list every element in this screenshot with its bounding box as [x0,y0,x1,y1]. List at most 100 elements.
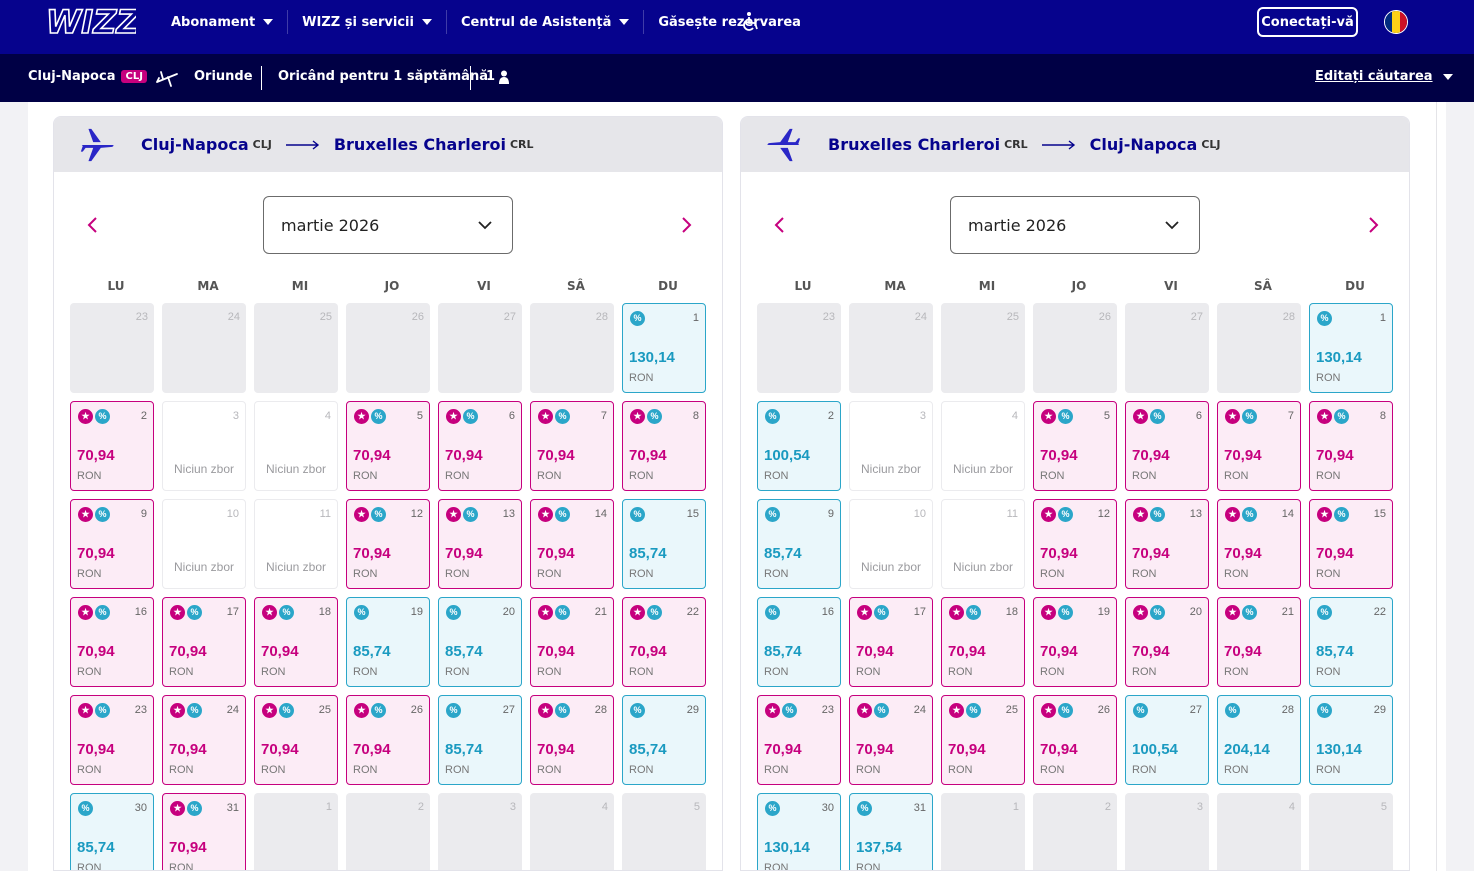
calendar-day-outside-month: 27 [1125,303,1209,393]
calendar-day-fare[interactable]: 12 ★% 70,94 RON [1033,499,1117,589]
fare-badges: % [765,801,780,816]
edit-search-link[interactable]: Editați căutarea [1315,69,1453,84]
calendar-day-fare[interactable]: 14 ★% 70,94 RON [1217,499,1301,589]
chevron-down-icon [263,19,274,25]
previous-month-chevron-icon[interactable] [86,216,98,234]
wizz-logo[interactable]: WIZZ [44,3,136,43]
calendar-day-fare[interactable]: 18 ★% 70,94 RON [254,597,338,687]
login-button[interactable]: Conectați-vă [1257,7,1358,37]
day-number: 4 [1288,801,1295,813]
calendar-day-fare[interactable]: 31% 137,54 RON [849,793,933,870]
search-destination[interactable]: Oriunde [194,69,253,84]
calendar-day-fare[interactable]: 28 ★% 70,94 RON [530,695,614,785]
search-origin[interactable]: Cluj-Napoca CLJ [28,69,147,84]
calendar-day-fare[interactable]: 13 ★% 70,94 RON [1125,499,1209,589]
calendar-day-fare[interactable]: 19 ★% 70,94 RON [1033,597,1117,687]
calendar-day-fare[interactable]: 16% 85,74 RON [757,597,841,687]
fare-badges: ★% [170,801,202,816]
calendar-day-fare[interactable]: 23 ★% 70,94 RON [70,695,154,785]
fare-badges: ★% [354,507,386,522]
fare-badges: ★% [1041,409,1073,424]
calendar-day-fare[interactable]: 6 ★% 70,94 RON [1125,401,1209,491]
calendar-day-fare[interactable]: 25 ★% 70,94 RON [254,695,338,785]
calendar-day-fare[interactable]: 22 ★% 70,94 RON [622,597,706,687]
calendar-day-fare[interactable]: 28% 204,14 RON [1217,695,1301,785]
nav-item-1[interactable]: WIZZ și servicii [288,10,447,34]
calendar-day-fare[interactable]: 24 ★% 70,94 RON [849,695,933,785]
calendar-day-fare[interactable]: 7 ★% 70,94 RON [530,401,614,491]
fare-price: 130,14 [1316,741,1362,758]
fare-badges: ★% [1133,409,1165,424]
calendar-day-fare[interactable]: 6 ★% 70,94 RON [438,401,522,491]
fare-badges: ★% [262,605,294,620]
calendar-day-fare[interactable]: 29% 85,74 RON [622,695,706,785]
calendar-day-fare[interactable]: 17 ★% 70,94 RON [162,597,246,687]
calendar-day-fare[interactable]: 2% 100,54 RON [757,401,841,491]
scrollbar[interactable] [1436,102,1446,871]
calendar-day-fare[interactable]: 15 ★% 70,94 RON [1309,499,1393,589]
wheelchair-icon[interactable] [741,11,761,33]
fare-price: 70,94 [261,643,299,660]
calendar-day-fare[interactable]: 24 ★% 70,94 RON [162,695,246,785]
nav-item-3[interactable]: Găsește rezervarea [644,10,815,34]
calendar-day-fare[interactable]: 19% 85,74 RON [346,597,430,687]
calendar-day-fare[interactable]: 20 ★% 70,94 RON [1125,597,1209,687]
calendar-day-fare[interactable]: 30% 130,14 RON [757,793,841,870]
calendar-day-no-flight: 10 Niciun zbor [162,499,246,589]
calendar-day-fare[interactable]: 7 ★% 70,94 RON [1217,401,1301,491]
day-number: 25 [1005,704,1018,716]
calendar-day-fare[interactable]: 23 ★% 70,94 RON [757,695,841,785]
calendar-day-outside-month: 25 [941,303,1025,393]
calendar-day-fare[interactable]: 5 ★% 70,94 RON [1033,401,1117,491]
search-passengers[interactable]: 1 [486,69,510,84]
fare-currency: RON [629,666,654,678]
calendar-day-fare[interactable]: 2 ★% 70,94 RON [70,401,154,491]
fare-currency: RON [1132,764,1157,776]
calendar-day-fare[interactable]: 14 ★% 70,94 RON [530,499,614,589]
calendar-day-fare[interactable]: 29% 130,14 RON [1309,695,1393,785]
day-number: 3 [1196,801,1203,813]
calendar-day-fare[interactable]: 16 ★% 70,94 RON [70,597,154,687]
month-select[interactable]: martie 2026 [950,196,1200,254]
fare-badges: ★% [78,703,110,718]
calendar-day-fare[interactable]: 31 ★% 70,94 RON [162,793,246,870]
calendar-day-fare[interactable]: 8 ★% 70,94 RON [622,401,706,491]
weekday-label: MI [291,279,309,293]
calendar-day-fare[interactable]: 21 ★% 70,94 RON [530,597,614,687]
next-month-chevron-icon[interactable] [681,216,693,234]
nav-item-0[interactable]: Abonament [157,10,289,34]
calendar-day-fare[interactable]: 21 ★% 70,94 RON [1217,597,1301,687]
calendar-day-fare[interactable]: 8 ★% 70,94 RON [1309,401,1393,491]
calendar-day-fare[interactable]: 1% 130,14 RON [622,303,706,393]
calendar-day-fare[interactable]: 17 ★% 70,94 RON [849,597,933,687]
discount-percent-icon: % [354,605,369,620]
calendar-day-outside-month: 4 [1217,793,1301,870]
calendar-day-fare[interactable]: 15% 85,74 RON [622,499,706,589]
calendar-day-fare[interactable]: 27% 85,74 RON [438,695,522,785]
previous-month-chevron-icon[interactable] [773,216,785,234]
calendar-day-fare[interactable]: 12 ★% 70,94 RON [346,499,430,589]
calendar-day-fare[interactable]: 20% 85,74 RON [438,597,522,687]
calendar-day-fare[interactable]: 26 ★% 70,94 RON [1033,695,1117,785]
calendar-day-fare[interactable]: 22% 85,74 RON [1309,597,1393,687]
next-month-chevron-icon[interactable] [1368,216,1380,234]
calendar-day-fare[interactable]: 27% 100,54 RON [1125,695,1209,785]
departing-plane-icon [156,71,178,87]
fare-price: 70,94 [169,741,207,758]
calendar-day-fare[interactable]: 9 ★% 70,94 RON [70,499,154,589]
calendar-day-fare[interactable]: 1% 130,14 RON [1309,303,1393,393]
calendar-day-fare[interactable]: 26 ★% 70,94 RON [346,695,430,785]
calendar-day-fare[interactable]: 9% 85,74 RON [757,499,841,589]
wizz-club-star-icon: ★ [949,605,964,620]
search-dates[interactable]: Oricând pentru 1 săptămână [278,69,488,84]
nav-item-2[interactable]: Centrul de Asistență [447,10,645,34]
day-number: 15 [1373,508,1386,520]
calendar-day-fare[interactable]: 5 ★% 70,94 RON [346,401,430,491]
calendar-day-fare[interactable]: 18 ★% 70,94 RON [941,597,1025,687]
calendar-day-fare[interactable]: 13 ★% 70,94 RON [438,499,522,589]
month-select[interactable]: martie 2026 [263,196,513,254]
calendar-day-fare[interactable]: 25 ★% 70,94 RON [941,695,1025,785]
day-number: 20 [502,606,515,618]
calendar-day-fare[interactable]: 30% 85,74 RON [70,793,154,870]
romania-flag-icon[interactable] [1384,10,1408,34]
